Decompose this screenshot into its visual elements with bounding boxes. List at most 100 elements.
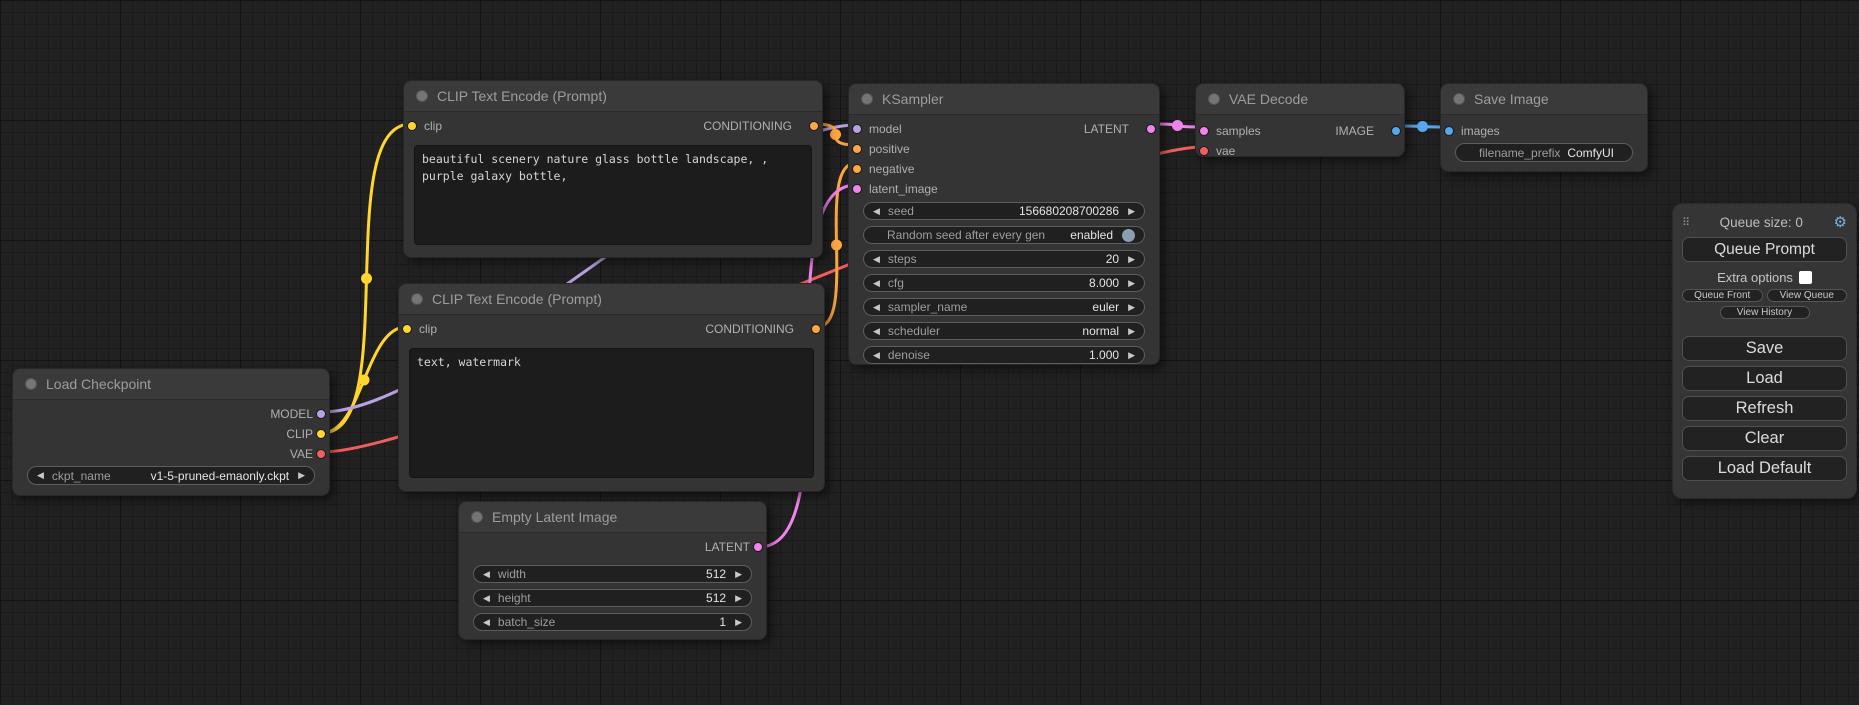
stepper-left-icon[interactable]: ◀	[483, 618, 490, 627]
node-title: VAE Decode	[1229, 91, 1308, 107]
latent-port[interactable]	[1146, 124, 1156, 134]
clear-button[interactable]: Clear	[1682, 426, 1847, 451]
model-port[interactable]	[316, 409, 326, 419]
widget-random-seed-toggle[interactable]: Random seed after every gen enabled	[863, 226, 1145, 244]
conditioning-port[interactable]	[852, 144, 862, 154]
node-title-bar[interactable]: KSampler	[849, 84, 1159, 115]
stepper-right-icon[interactable]: ▶	[735, 570, 742, 579]
collapse-dot-icon[interactable]	[1208, 93, 1220, 105]
node-title-bar[interactable]: Empty Latent Image	[459, 502, 766, 533]
prompt-textarea[interactable]: text, watermark	[409, 348, 814, 478]
node-load-checkpoint[interactable]: Load Checkpoint MODEL CLIP VAE ◀ ckpt_na…	[12, 368, 330, 496]
collapse-dot-icon[interactable]	[861, 93, 873, 105]
stepper-right-icon[interactable]: ▶	[1128, 327, 1135, 336]
stepper-left-icon[interactable]: ◀	[873, 351, 880, 360]
widget-steps[interactable]: ◀ steps 20 ▶	[863, 250, 1145, 268]
save-button[interactable]: Save	[1682, 336, 1847, 361]
collapse-dot-icon[interactable]	[411, 293, 423, 305]
view-history-button[interactable]: View History	[1720, 306, 1810, 319]
load-default-button[interactable]: Load Default	[1682, 456, 1847, 481]
widget-cfg[interactable]: ◀ cfg 8.000 ▶	[863, 274, 1145, 292]
queue-panel: ⠿ Queue size: 0 ⚙ Queue Prompt Extra opt…	[1672, 203, 1857, 499]
stepper-left-icon[interactable]: ◀	[37, 471, 44, 480]
clip-port[interactable]	[316, 429, 326, 439]
stepper-right-icon[interactable]: ▶	[1128, 351, 1135, 360]
vae-port[interactable]	[1199, 146, 1209, 156]
output-model: MODEL	[13, 404, 329, 424]
stepper-right-icon[interactable]: ▶	[735, 594, 742, 603]
stepper-right-icon[interactable]: ▶	[1128, 255, 1135, 264]
stepper-left-icon[interactable]: ◀	[483, 594, 490, 603]
widget-ckpt-name[interactable]: ◀ ckpt_name v1-5-pruned-emaonly.ckpt ▶	[27, 466, 315, 485]
widget-seed[interactable]: ◀ seed 156680208700286 ▶	[863, 202, 1145, 220]
latent-port[interactable]	[852, 184, 862, 194]
widget-filename-prefix[interactable]: filename_prefix ComfyUI	[1455, 143, 1633, 162]
stepper-left-icon[interactable]: ◀	[873, 279, 880, 288]
settings-gear-icon[interactable]: ⚙	[1834, 215, 1847, 230]
stepper-left-icon[interactable]: ◀	[873, 327, 880, 336]
image-port[interactable]	[1391, 126, 1401, 136]
node-ksampler[interactable]: KSampler model LATENT positive negative …	[848, 83, 1160, 365]
image-port[interactable]	[1444, 126, 1454, 136]
vae-port[interactable]	[316, 449, 326, 459]
stepper-right-icon[interactable]: ▶	[1128, 207, 1135, 216]
stepper-right-icon[interactable]: ▶	[735, 618, 742, 627]
collapse-dot-icon[interactable]	[471, 511, 483, 523]
widget-width[interactable]: ◀ width 512 ▶	[473, 565, 752, 583]
widget-height[interactable]: ◀ height 512 ▶	[473, 589, 752, 607]
stepper-left-icon[interactable]: ◀	[873, 303, 880, 312]
latent-port[interactable]	[1199, 126, 1209, 136]
node-clip-text-encode-negative[interactable]: CLIP Text Encode (Prompt) clip CONDITION…	[398, 283, 825, 492]
widget-scheduler[interactable]: ◀ scheduler normal ▶	[863, 322, 1145, 340]
port-label: VAE	[290, 447, 313, 461]
view-queue-button[interactable]: View Queue	[1767, 289, 1848, 302]
stepper-right-icon[interactable]: ▶	[1128, 303, 1135, 312]
node-title-bar[interactable]: Save Image	[1441, 84, 1647, 115]
node-empty-latent-image[interactable]: Empty Latent Image LATENT ◀ width 512 ▶ …	[458, 501, 767, 640]
extra-options-checkbox[interactable]	[1799, 271, 1812, 284]
clip-port[interactable]	[407, 121, 417, 131]
collapse-dot-icon[interactable]	[1453, 93, 1465, 105]
queue-prompt-button[interactable]: Queue Prompt	[1682, 237, 1847, 262]
clip-port[interactable]	[402, 324, 412, 334]
collapse-dot-icon[interactable]	[416, 90, 428, 102]
toggle-icon[interactable]	[1122, 229, 1135, 242]
widget-value: 8.000	[1089, 276, 1119, 290]
link-midpoint-dot	[830, 129, 841, 140]
node-title-bar[interactable]: CLIP Text Encode (Prompt)	[404, 81, 822, 112]
output-vae: VAE	[13, 444, 329, 464]
prompt-textarea[interactable]: beautiful scenery nature glass bottle la…	[414, 145, 812, 245]
node-vae-decode[interactable]: VAE Decode samples IMAGE vae	[1195, 83, 1405, 157]
link-midpoint-dot	[1172, 120, 1183, 131]
stepper-right-icon[interactable]: ▶	[298, 471, 305, 480]
stepper-left-icon[interactable]: ◀	[873, 207, 880, 216]
widget-denoise[interactable]: ◀ denoise 1.000 ▶	[863, 346, 1145, 364]
input-positive: positive	[849, 139, 1159, 159]
model-port[interactable]	[852, 124, 862, 134]
stepper-right-icon[interactable]: ▶	[1128, 279, 1135, 288]
stepper-left-icon[interactable]: ◀	[873, 255, 880, 264]
widget-batch-size[interactable]: ◀ batch_size 1 ▶	[473, 613, 752, 631]
latent-port[interactable]	[753, 542, 763, 552]
widget-label: steps	[888, 252, 1106, 266]
drag-handle-icon[interactable]: ⠿	[1682, 216, 1689, 229]
stepper-left-icon[interactable]: ◀	[483, 570, 490, 579]
widget-value: 1.000	[1089, 348, 1119, 362]
node-title-bar[interactable]: Load Checkpoint	[13, 369, 329, 400]
node-clip-text-encode-positive[interactable]: CLIP Text Encode (Prompt) clip CONDITION…	[403, 80, 823, 258]
queue-front-button[interactable]: Queue Front	[1682, 289, 1763, 302]
conditioning-port[interactable]	[809, 121, 819, 131]
widget-sampler-name[interactable]: ◀ sampler_name euler ▶	[863, 298, 1145, 316]
port-label: images	[1461, 124, 1500, 138]
refresh-button[interactable]: Refresh	[1682, 396, 1847, 421]
extra-options-label: Extra options	[1717, 270, 1793, 285]
input-negative: negative	[849, 159, 1159, 179]
node-save-image[interactable]: Save Image images filename_prefix ComfyU…	[1440, 83, 1648, 172]
conditioning-port[interactable]	[852, 164, 862, 174]
load-button[interactable]: Load	[1682, 366, 1847, 391]
collapse-dot-icon[interactable]	[25, 378, 37, 390]
conditioning-port[interactable]	[811, 324, 821, 334]
node-title-bar[interactable]: VAE Decode	[1196, 84, 1404, 115]
node-title-bar[interactable]: CLIP Text Encode (Prompt)	[399, 284, 824, 315]
widget-label: cfg	[888, 276, 1089, 290]
